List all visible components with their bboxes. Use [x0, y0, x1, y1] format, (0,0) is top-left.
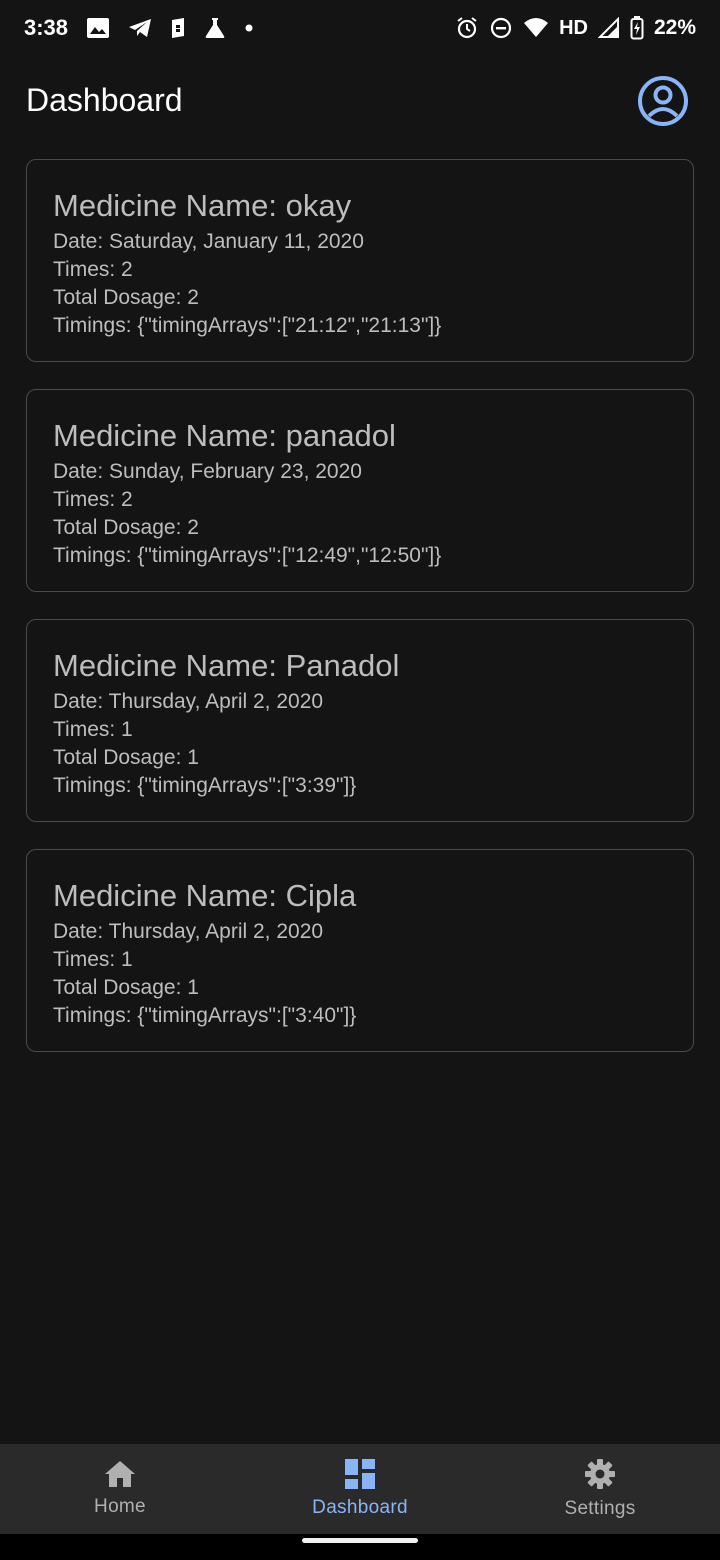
- account-circle-icon: [636, 74, 690, 128]
- app-header: Dashboard: [0, 68, 720, 134]
- medicine-card[interactable]: Medicine Name: panadol Date: Sunday, Feb…: [26, 389, 694, 592]
- signal-icon: [597, 17, 620, 39]
- status-time: 3:38: [24, 15, 69, 40]
- medicine-name: Medicine Name: panadol: [53, 418, 396, 453]
- nav-label-home: Home: [94, 1496, 146, 1517]
- gear-icon: [584, 1458, 616, 1490]
- medicine-dosage: Total Dosage: 2: [53, 516, 199, 539]
- gesture-bar: [0, 1534, 720, 1560]
- medicine-card[interactable]: Medicine Name: Panadol Date: Thursday, A…: [26, 619, 694, 822]
- medicine-date: Date: Thursday, April 2, 2020: [53, 920, 324, 943]
- medicine-date: Date: Thursday, April 2, 2020: [53, 690, 324, 713]
- medicine-timings: Timings: {"timingArrays":["3:39"]}: [53, 774, 357, 797]
- wifi-icon: [523, 17, 549, 39]
- medicine-card[interactable]: Medicine Name: Cipla Date: Thursday, Apr…: [26, 849, 694, 1052]
- medicine-card[interactable]: Medicine Name: okay Date: Saturday, Janu…: [26, 159, 694, 362]
- nav-item-settings[interactable]: Settings: [480, 1444, 720, 1534]
- medicine-times: Times: 2: [53, 488, 133, 511]
- bottom-nav: Home Dashboard Settings: [0, 1444, 720, 1534]
- medicine-times: Times: 2: [53, 258, 133, 281]
- flask-icon: [204, 17, 226, 39]
- medicine-name: Medicine Name: Panadol: [53, 648, 400, 683]
- medicine-dosage: Total Dosage: 1: [53, 746, 199, 769]
- battery-percent: 22%: [653, 16, 696, 39]
- medicine-times: Times: 1: [53, 948, 133, 971]
- medicine-name: Medicine Name: Cipla: [53, 878, 357, 913]
- image-icon: [86, 17, 110, 39]
- medicine-date: Date: Saturday, January 11, 2020: [53, 230, 364, 253]
- status-bar: 3:38 HD 22%: [0, 0, 720, 56]
- medicine-timings: Timings: {"timingArrays":["3:40"]}: [53, 1004, 357, 1027]
- medicine-date: Date: Sunday, February 23, 2020: [53, 460, 362, 483]
- home-icon: [104, 1460, 136, 1488]
- medicine-name: Medicine Name: okay: [53, 188, 352, 223]
- battery-icon: [630, 16, 644, 40]
- status-right: HD 22%: [455, 16, 696, 40]
- profile-button[interactable]: [636, 74, 690, 128]
- medicine-list: Medicine Name: okay Date: Saturday, Janu…: [26, 159, 694, 1079]
- status-left: 3:38: [24, 15, 254, 41]
- medicine-dosage: Total Dosage: 2: [53, 286, 199, 309]
- dnd-icon: [489, 16, 513, 40]
- telegram-icon: [128, 17, 152, 39]
- nav-label-settings: Settings: [564, 1498, 636, 1519]
- medicine-dosage: Total Dosage: 1: [53, 976, 199, 999]
- dot-icon: [244, 23, 254, 33]
- hd-label: HD: [559, 16, 588, 39]
- medicine-times: Times: 1: [53, 718, 133, 741]
- nav-label-dashboard: Dashboard: [312, 1497, 408, 1518]
- page-title: Dashboard: [26, 82, 183, 118]
- nav-item-home[interactable]: Home: [0, 1444, 240, 1534]
- app-icon: [170, 17, 186, 39]
- screen: 3:38 HD 22% Dashboard Medicine Name: oka…: [0, 0, 720, 1560]
- gesture-handle[interactable]: [302, 1538, 418, 1543]
- alarm-icon: [455, 16, 479, 40]
- dashboard-icon: [345, 1459, 375, 1489]
- medicine-timings: Timings: {"timingArrays":["12:49","12:50…: [53, 544, 442, 567]
- medicine-timings: Timings: {"timingArrays":["21:12","21:13…: [53, 314, 442, 337]
- nav-item-dashboard[interactable]: Dashboard: [240, 1444, 480, 1534]
